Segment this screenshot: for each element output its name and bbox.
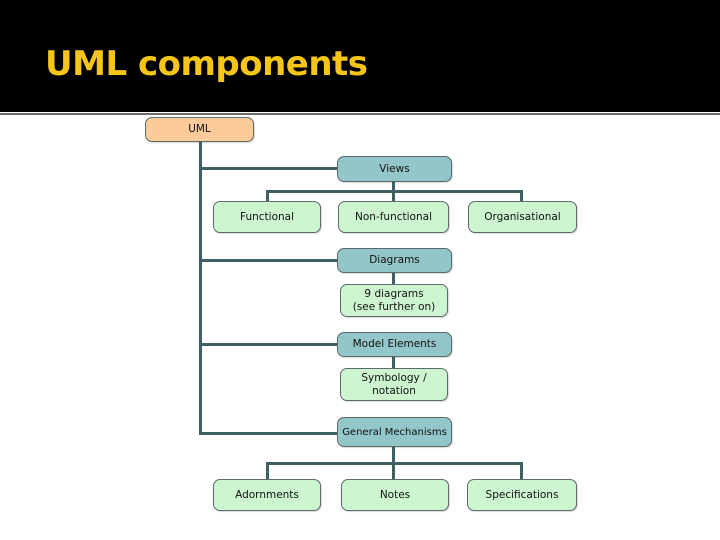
- node-label: Organisational: [484, 210, 561, 223]
- node-adornments: Adornments: [213, 479, 321, 511]
- node-label: Adornments: [235, 488, 299, 501]
- node-label: Specifications: [485, 488, 559, 501]
- node-label: General Mechanisms: [342, 426, 447, 438]
- node-symbology-notation: Symbology / notation: [340, 368, 448, 401]
- node-label: Non-functional: [355, 210, 432, 223]
- node-label-line2: notation: [372, 384, 416, 397]
- connector-to-views: [199, 167, 338, 170]
- node-label: Notes: [379, 488, 411, 501]
- node-general-mechanisms: General Mechanisms: [337, 417, 452, 447]
- node-views: Views: [337, 156, 452, 182]
- node-label: Diagrams: [369, 254, 420, 266]
- node-label-line2: (see further on): [352, 300, 436, 313]
- node-label: Functional: [239, 210, 294, 223]
- node-label: Model Elements: [352, 338, 437, 350]
- node-nine-diagrams: 9 diagrams (see further on): [340, 284, 448, 317]
- connector-to-adornments: [266, 462, 269, 480]
- node-specifications: Specifications: [467, 479, 577, 511]
- connector-to-model-elements: [199, 343, 338, 346]
- header-divider: [0, 113, 720, 115]
- connector-trunk: [199, 140, 202, 435]
- node-notes: Notes: [341, 479, 449, 511]
- node-label-line1: 9 diagrams: [364, 287, 424, 300]
- slide-title: UML components: [45, 44, 368, 84]
- connector-mechanisms-branch: [266, 462, 523, 465]
- node-model-elements: Model Elements: [337, 332, 452, 357]
- connector-views-branch: [266, 190, 523, 193]
- connector-to-specifications: [520, 462, 523, 480]
- node-functional: Functional: [213, 201, 321, 233]
- node-label-line1: Symbology /: [361, 371, 427, 384]
- connector-to-general-mechanisms: [199, 432, 338, 435]
- node-uml-root: UML: [145, 117, 254, 142]
- node-label: UML: [188, 123, 211, 135]
- node-diagrams: Diagrams: [337, 248, 452, 273]
- slide-header: UML components: [0, 0, 720, 112]
- node-non-functional: Non-functional: [338, 201, 449, 233]
- connector-to-diagrams: [199, 259, 338, 262]
- node-label: Views: [379, 162, 410, 175]
- node-organisational: Organisational: [468, 201, 577, 233]
- connector-model-elements-down: [392, 355, 395, 369]
